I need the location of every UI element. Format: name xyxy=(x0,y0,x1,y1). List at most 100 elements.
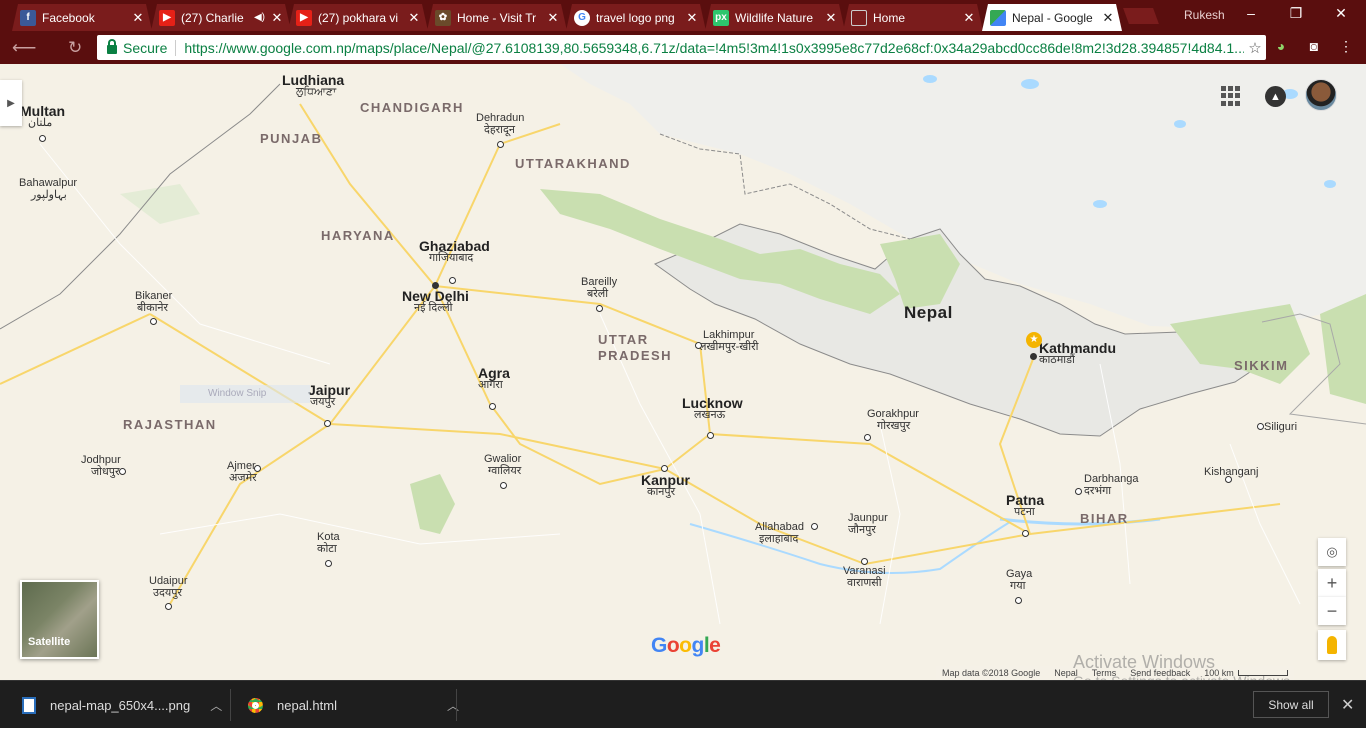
window-close-icon[interactable]: ✕ xyxy=(1326,5,1356,22)
city-label[interactable]: Gaya गया xyxy=(1006,568,1032,592)
city-marker[interactable] xyxy=(811,523,818,530)
city-label[interactable]: Agra आगरा xyxy=(478,366,510,391)
city-label[interactable]: Ghaziabad गाजियाबाद xyxy=(419,239,490,264)
tab-home[interactable]: Home ✕ xyxy=(843,4,983,31)
close-tab-icon[interactable]: ✕ xyxy=(269,10,285,26)
tab-nepal-maps[interactable]: Nepal - Google ✕ xyxy=(982,4,1122,31)
city-label[interactable]: Allahabad इलाहाबाद xyxy=(755,521,804,545)
city-label[interactable]: Darbhanga दरभंगा xyxy=(1084,473,1138,497)
city-label[interactable]: Varanasi वाराणसी xyxy=(843,565,886,589)
city-marker[interactable] xyxy=(661,465,668,472)
apps-grid-icon[interactable] xyxy=(1221,86,1241,106)
city-marker[interactable] xyxy=(150,318,157,325)
close-tab-icon[interactable]: ✕ xyxy=(130,10,146,26)
city-label[interactable]: Ludhiana ਲੁਧਿਆਣਾ xyxy=(282,73,344,98)
chevron-up-icon[interactable]: ︿ xyxy=(210,697,222,714)
city-label[interactable]: Gwalior ग्वालियर xyxy=(484,453,521,477)
tab-charlie[interactable]: ▶ (27) Charlie ◀) ✕ xyxy=(151,4,291,31)
city-marker[interactable] xyxy=(489,403,496,410)
reload-icon[interactable]: ↻ xyxy=(68,38,82,58)
capital-marker[interactable] xyxy=(1030,353,1037,360)
city-marker[interactable] xyxy=(165,603,172,610)
city-marker[interactable] xyxy=(324,420,331,427)
tab-visit-travel[interactable]: ✿ Home - Visit Tr ✕ xyxy=(427,4,567,31)
bookmark-star-icon[interactable]: ☆ xyxy=(1244,39,1266,57)
city-label[interactable]: Jaunpur जौनपुर xyxy=(848,512,888,536)
city-label[interactable]: Kathmandu काठमाडौं xyxy=(1039,341,1116,366)
close-tab-icon[interactable]: ✕ xyxy=(684,10,700,26)
satellite-layer-toggle[interactable]: Satellite xyxy=(20,580,99,659)
city-label[interactable]: Dehradun देहरादून xyxy=(476,112,524,136)
city-label[interactable]: New Delhi नई दिल्ली xyxy=(402,289,469,314)
google-icon: G xyxy=(574,10,590,26)
city-label[interactable]: Gorakhpur गोरखपुर xyxy=(867,408,919,432)
back-arrow-icon[interactable]: ⟵ xyxy=(12,38,36,58)
zoom-in-button[interactable]: + xyxy=(1318,569,1346,597)
address-bar[interactable]: Secure https://www.google.com.np/maps/pl… xyxy=(97,35,1266,60)
city-label[interactable]: Udaipur उदयपुर xyxy=(149,575,188,599)
url-text[interactable]: https://www.google.com.np/maps/place/Nep… xyxy=(184,40,1244,56)
city-marker[interactable] xyxy=(497,141,504,148)
speaker-icon[interactable]: ◀) xyxy=(254,12,265,23)
close-tab-icon[interactable]: ✕ xyxy=(545,10,561,26)
show-all-button[interactable]: Show all xyxy=(1253,691,1329,718)
avatar[interactable] xyxy=(1305,79,1337,111)
download-item[interactable]: nepal-map_650x4....png ︿ xyxy=(22,681,222,729)
expand-side-panel-button[interactable]: ▶ xyxy=(0,80,22,126)
city-marker[interactable] xyxy=(119,468,126,475)
zoom-out-button[interactable]: − xyxy=(1318,597,1346,625)
map-canvas[interactable]: CHANDIGARH PUNJAB UTTARAKHAND HARYANA UT… xyxy=(0,64,1366,680)
my-location-button[interactable]: ◎ xyxy=(1318,538,1346,566)
city-marker[interactable] xyxy=(254,465,261,472)
city-marker[interactable] xyxy=(1075,488,1082,495)
close-tab-icon[interactable]: ✕ xyxy=(961,10,977,26)
close-tab-icon[interactable]: ✕ xyxy=(823,10,839,26)
city-marker[interactable] xyxy=(500,482,507,489)
city-label[interactable]: Kanpur कानपुर xyxy=(641,473,690,498)
city-marker[interactable] xyxy=(325,560,332,567)
city-marker[interactable] xyxy=(1022,530,1029,537)
close-downloads-icon[interactable]: ✕ xyxy=(1341,695,1354,715)
tab-wildlife[interactable]: px Wildlife Nature ✕ xyxy=(705,4,845,31)
city-label[interactable]: Lucknow लखनऊ xyxy=(682,396,743,421)
city-label[interactable]: Lakhimpur लखीमपुर-खीरी xyxy=(699,329,759,353)
star-pin-icon[interactable]: ★ xyxy=(1026,332,1042,348)
city-label[interactable]: Bareilly बरेली xyxy=(581,276,617,300)
city-marker[interactable] xyxy=(695,342,702,349)
chevron-up-icon[interactable]: ︿ xyxy=(447,697,459,714)
city-marker[interactable] xyxy=(596,305,603,312)
tab-facebook[interactable]: f Facebook ✕ xyxy=(12,4,152,31)
new-tab-button[interactable] xyxy=(1123,8,1159,24)
city-marker[interactable] xyxy=(39,135,46,142)
extension-icon[interactable]: ◕ xyxy=(1271,38,1291,56)
city-marker[interactable] xyxy=(449,277,456,284)
restore-icon[interactable]: ❐ xyxy=(1281,5,1311,22)
city-label[interactable]: Patna पटना xyxy=(1006,493,1044,518)
city-label[interactable]: Ajmer अजमेर xyxy=(227,460,257,484)
city-label[interactable]: Bikaner बीकानेर xyxy=(135,290,172,314)
city-label[interactable]: Kota कोटा xyxy=(317,531,340,555)
download-item[interactable]: nepal.html ︿ xyxy=(248,681,459,729)
profile-name[interactable]: Rukesh xyxy=(1184,8,1225,22)
close-tab-icon[interactable]: ✕ xyxy=(406,10,422,26)
city-label[interactable]: Jaipur जयपुर xyxy=(308,383,350,408)
city-label[interactable]: Multan ملتان xyxy=(20,104,65,129)
close-tab-icon[interactable]: ✕ xyxy=(1100,10,1116,26)
city-marker[interactable] xyxy=(864,434,871,441)
city-marker[interactable] xyxy=(1015,597,1022,604)
city-label[interactable]: Siliguri xyxy=(1264,421,1297,433)
city-label[interactable]: Bahawalpur بہاولپور xyxy=(19,177,77,201)
notifications-bell-icon[interactable]: ▲ xyxy=(1265,86,1286,107)
minimize-icon[interactable]: – xyxy=(1236,5,1266,21)
city-marker[interactable] xyxy=(861,558,868,565)
menu-icon[interactable]: ⋮ xyxy=(1336,38,1356,56)
city-label[interactable]: Jodhpur जोधपुर xyxy=(81,454,121,478)
tab-travel-logo[interactable]: Gtravel logo png ✕ xyxy=(566,4,706,31)
city-marker[interactable] xyxy=(1225,476,1232,483)
pegman-street-view-icon[interactable] xyxy=(1318,630,1346,660)
camera-icon[interactable]: ◙ xyxy=(1304,38,1324,56)
city-label[interactable]: Kishanganj xyxy=(1204,466,1258,478)
city-marker[interactable] xyxy=(707,432,714,439)
city-marker[interactable] xyxy=(1257,423,1264,430)
tab-pokhara[interactable]: ▶ (27) pokhara vi ✕ xyxy=(288,4,428,31)
